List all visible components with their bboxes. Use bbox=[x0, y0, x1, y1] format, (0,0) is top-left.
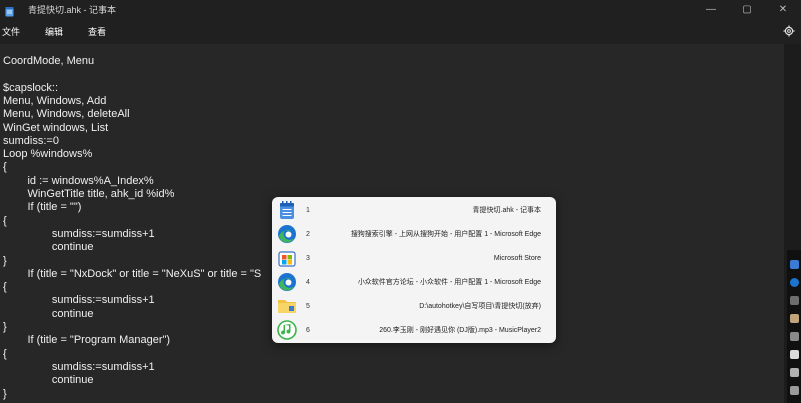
code-line: Menu, Windows, Add bbox=[3, 94, 107, 107]
notepad-icon bbox=[277, 200, 297, 220]
code-line: continue bbox=[3, 241, 94, 254]
taskbar-app-icon[interactable] bbox=[790, 386, 799, 395]
switcher-item-title: D:\autohotkey\自写项目\青提快切(放弃) bbox=[419, 303, 541, 310]
taskbar-app-icon[interactable] bbox=[790, 296, 799, 305]
switcher-item-number: 4 bbox=[306, 278, 310, 286]
notepad-app-icon bbox=[5, 4, 14, 17]
window-switcher-menu: 1 青提快切.ahk - 记事本 2 搜狗搜索引擎 - 上网从搜狗开始 - 用户… bbox=[272, 197, 556, 343]
code-line: } bbox=[3, 254, 7, 267]
switcher-item[interactable]: 3 Microsoft Store bbox=[272, 246, 556, 270]
taskbar-app-icon[interactable] bbox=[790, 260, 799, 269]
switcher-item-number: 6 bbox=[306, 326, 310, 334]
code-line: continue bbox=[3, 307, 94, 320]
code-line: { bbox=[3, 161, 7, 174]
switcher-item-title: 小众软件官方论坛 - 小众软件 - 用户配置 1 - Microsoft Edg… bbox=[357, 279, 541, 286]
maximize-button[interactable]: ▢ bbox=[729, 0, 765, 19]
taskbar-app-icon[interactable] bbox=[790, 332, 799, 341]
switcher-item-number: 1 bbox=[306, 206, 310, 214]
switcher-item-title: Microsoft Store bbox=[493, 254, 541, 262]
code-line: Loop %windows% bbox=[3, 148, 93, 161]
store-icon bbox=[277, 248, 297, 268]
menu-bar: 文件 编辑 查看 bbox=[0, 20, 801, 42]
switcher-item[interactable]: 1 青提快切.ahk - 记事本 bbox=[272, 198, 556, 222]
code-line: $capslock:: bbox=[3, 81, 59, 94]
code-line: { bbox=[3, 214, 7, 227]
menu-view[interactable]: 查看 bbox=[88, 25, 122, 38]
code-line: WinGetTitle title, ahk_id %id% bbox=[3, 188, 175, 200]
code-line: } bbox=[3, 387, 7, 400]
code-line: WinGet windows, List bbox=[3, 121, 109, 134]
code-line: id := windows%A_Index% bbox=[3, 174, 154, 187]
switcher-item[interactable]: 5 D:\autohotkey\自写项目\青提快切(放弃) bbox=[272, 294, 556, 318]
taskbar-app-icon[interactable] bbox=[790, 314, 799, 323]
code-line: { bbox=[3, 347, 7, 360]
code-line: sumdiss:=sumdiss+1 bbox=[3, 227, 155, 240]
window-controls: — ▢ ✕ bbox=[693, 0, 801, 19]
code-line: continue bbox=[3, 374, 94, 387]
taskbar-app-icon[interactable] bbox=[790, 368, 799, 377]
switcher-item-number: 2 bbox=[306, 230, 310, 238]
code-line: sumdiss:=0 bbox=[3, 134, 59, 147]
taskbar-strip bbox=[787, 250, 801, 403]
edge-icon bbox=[277, 272, 297, 292]
code-line: CoordMode, Menu bbox=[3, 55, 95, 67]
taskbar-app-icon[interactable] bbox=[790, 350, 799, 359]
switcher-item[interactable]: 6 260.李玉刚 - 刚好遇见你 (DJ版).mp3 - MusicPlaye… bbox=[272, 318, 556, 342]
code-line: If (title = "NxDock" or title = "NeXuS" … bbox=[3, 267, 262, 280]
edge-icon[interactable] bbox=[790, 278, 799, 287]
code-line: sumdiss:=sumdiss+1 bbox=[3, 360, 155, 373]
switcher-item-number: 5 bbox=[306, 302, 310, 310]
menu-file[interactable]: 文件 bbox=[2, 25, 36, 38]
close-button[interactable]: ✕ bbox=[765, 0, 801, 19]
code-line: { bbox=[3, 281, 7, 294]
title-bar: 青提快切.ahk - 记事本 — ▢ ✕ bbox=[0, 0, 801, 19]
menu-edit[interactable]: 编辑 bbox=[45, 25, 79, 38]
switcher-item-number: 3 bbox=[306, 254, 310, 262]
code-line: sumdiss:=sumdiss+1 bbox=[3, 294, 155, 307]
switcher-item-title: 260.李玉刚 - 刚好遇见你 (DJ版).mp3 - MusicPlayer2 bbox=[379, 327, 541, 334]
music-icon bbox=[277, 320, 297, 340]
switcher-item[interactable]: 2 搜狗搜索引擎 - 上网从搜狗开始 - 用户配置 1 - Microsoft … bbox=[272, 222, 556, 246]
minimize-button[interactable]: — bbox=[693, 0, 729, 19]
window-title: 青提快切.ahk - 记事本 bbox=[28, 5, 117, 15]
code-line: } bbox=[3, 321, 7, 333]
switcher-item[interactable]: 4 小众软件官方论坛 - 小众软件 - 用户配置 1 - Microsoft E… bbox=[272, 270, 556, 294]
code-line: If (title = "") bbox=[3, 201, 82, 214]
edge-icon bbox=[277, 224, 297, 244]
switcher-item-title: 搜狗搜索引擎 - 上网从搜狗开始 - 用户配置 1 - Microsoft Ed… bbox=[350, 231, 541, 238]
switcher-item-title: 青提快切.ahk - 记事本 bbox=[472, 207, 541, 214]
code-line: If (title = "Program Manager") bbox=[3, 334, 171, 347]
folder-icon bbox=[277, 296, 297, 316]
code-line: Menu, Windows, deleteAll bbox=[3, 108, 130, 121]
gear-icon[interactable] bbox=[783, 25, 795, 37]
